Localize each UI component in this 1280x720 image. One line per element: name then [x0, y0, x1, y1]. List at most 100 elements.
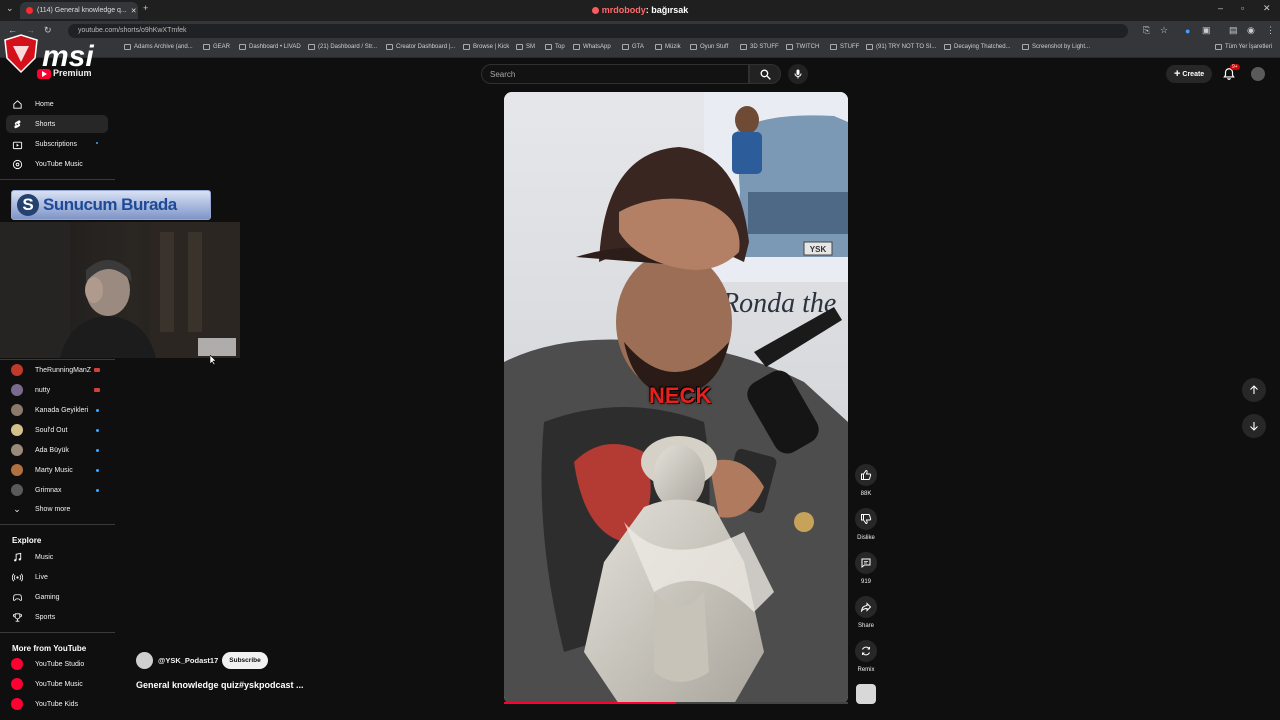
- bookmarks-bar: Adams Archive (and... GEAR Dashboard • LIV…: [0, 41, 1280, 58]
- bookmark-item[interactable]: Top: [545, 44, 565, 50]
- dislike-label: Dislike: [857, 535, 875, 541]
- youtube-logo-icon[interactable]: [37, 69, 51, 79]
- bookmark-item[interactable]: GEAR: [203, 44, 230, 50]
- more-from-youtube-item[interactable]: YouTube Kids: [11, 698, 78, 710]
- bookmark-item[interactable]: TWITCH: [786, 44, 819, 50]
- sidebar-item-label: Music: [35, 553, 54, 561]
- channel-name: Grimnax: [35, 486, 62, 494]
- bookmark-item[interactable]: STUFF: [830, 44, 859, 50]
- channel-avatar: [11, 484, 23, 496]
- video-title[interactable]: General knowledge quiz#yskpodcast ...: [136, 680, 304, 690]
- close-window-icon[interactable]: ✕: [1263, 3, 1271, 14]
- bookmark-item[interactable]: Creator Dashboard |...: [386, 44, 455, 50]
- background-script-text: Ronda the: [721, 288, 836, 319]
- menu-icon[interactable]: ⋮: [1266, 25, 1275, 36]
- sunucum-banner-text: Sunucum Burada: [43, 195, 177, 214]
- previous-short-button[interactable]: [1242, 378, 1266, 402]
- folder-icon: [386, 44, 393, 50]
- voice-search-button[interactable]: [788, 64, 808, 84]
- url-field[interactable]: youtube.com/shorts/o9hKwXTmfek: [68, 24, 1128, 38]
- bookmark-item[interactable]: Screenshot by Light...: [1022, 44, 1090, 50]
- sidebar-item-label: Gaming: [35, 593, 60, 601]
- bookmark-item[interactable]: SM: [516, 44, 535, 50]
- sidebar-item-label: Sports: [35, 613, 56, 621]
- video-caption-text: NECK: [649, 383, 712, 408]
- show-more-label: Show more: [35, 506, 71, 513]
- subscribe-button[interactable]: Subscribe: [222, 652, 268, 669]
- new-content-dot: [96, 429, 99, 432]
- dislike-button[interactable]: [855, 508, 877, 530]
- bookmark-star-icon[interactable]: ☆: [1160, 25, 1168, 36]
- bookmark-label: (91) TRY NOT TO SI...: [876, 44, 937, 50]
- bookmark-item[interactable]: Oyun Stuff: [690, 44, 728, 50]
- side-panel-icon[interactable]: ▤: [1229, 25, 1238, 36]
- share-button[interactable]: [855, 596, 877, 618]
- bookmark-item[interactable]: Müzik: [655, 44, 681, 50]
- account-avatar[interactable]: [1251, 67, 1265, 81]
- youtube-app-icon: [11, 658, 23, 670]
- subscriptions-icon: [12, 141, 23, 149]
- sidebar-item-youtube-music[interactable]: YouTube Music: [6, 155, 108, 173]
- notifications-button[interactable]: 9+: [1222, 64, 1240, 81]
- like-button[interactable]: [855, 464, 877, 486]
- sidebar-channel-item[interactable]: TheRunningManZ: [11, 364, 91, 376]
- bookmark-item[interactable]: Decaying Thatched...: [944, 44, 1011, 50]
- channel-name[interactable]: @YSK_Podast17: [158, 656, 218, 665]
- sidebar-item-subscriptions[interactable]: Subscriptions: [6, 135, 108, 153]
- bookmark-item[interactable]: WhatsApp: [573, 44, 611, 50]
- live-icon: [12, 573, 23, 581]
- show-more-button[interactable]: ⌄ Show more: [11, 504, 70, 515]
- next-short-button[interactable]: [1242, 414, 1266, 438]
- folder-icon: [786, 44, 793, 50]
- chevron-down-icon: ⌄: [13, 504, 21, 514]
- sidebar-item-home[interactable]: Home: [6, 95, 108, 113]
- bookmark-item[interactable]: Tüm Yer İşaretleri: [1215, 44, 1272, 50]
- bookmark-item[interactable]: 3D STUFF: [740, 44, 779, 50]
- sidebar-channel-item[interactable]: Grimnax: [11, 484, 61, 496]
- search-input[interactable]: Search: [481, 64, 749, 84]
- plus-icon: +: [1174, 68, 1181, 80]
- more-from-youtube-item[interactable]: YouTube Music: [11, 678, 83, 690]
- sound-avatar[interactable]: [856, 684, 876, 704]
- sidebar-channel-item[interactable]: Kanada Geyikleri: [11, 404, 88, 416]
- sidebar-item-label: YouTube Music: [35, 160, 83, 168]
- bookmark-item[interactable]: GTA: [622, 44, 644, 50]
- folder-icon: [545, 44, 552, 50]
- sidebar-channel-item[interactable]: nutty: [11, 384, 50, 396]
- notifications-badge: 9+: [1230, 64, 1240, 70]
- search-button[interactable]: [749, 64, 781, 84]
- install-icon[interactable]: ⎘: [1143, 25, 1150, 36]
- bookmark-label: 3D STUFF: [750, 44, 779, 50]
- music-disc-icon: [12, 159, 23, 169]
- share-label: Share: [857, 623, 874, 629]
- shorts-video-player[interactable]: YSK Ronda the NECK: [504, 92, 848, 704]
- sidebar-item-music[interactable]: Music: [6, 548, 108, 566]
- sidebar-item-gaming[interactable]: Gaming: [6, 588, 108, 606]
- channel-avatar: [11, 364, 23, 376]
- bookmark-item[interactable]: Dashboard • LIVAD: [239, 44, 301, 50]
- bookmark-label: Müzik: [665, 44, 681, 50]
- sidebar-item-shorts[interactable]: Shorts: [6, 115, 108, 133]
- profile-icon[interactable]: ◉: [1247, 25, 1255, 36]
- minimize-icon[interactable]: –: [1218, 3, 1223, 13]
- sidebar-channel-item[interactable]: Ada Büyük: [11, 444, 69, 456]
- sidebar-item-sports[interactable]: Sports: [6, 608, 108, 626]
- more-from-youtube-item[interactable]: YouTube Studio: [11, 658, 84, 670]
- microphone-icon: [794, 69, 802, 79]
- maximize-icon[interactable]: ▫: [1241, 3, 1244, 13]
- sidebar-channel-item[interactable]: Soul'd Out: [11, 424, 67, 436]
- channel-avatar[interactable]: [136, 652, 153, 669]
- comments-button[interactable]: [855, 552, 877, 574]
- sidebar-divider: [0, 632, 115, 633]
- sidebar-channel-item[interactable]: Marty Music: [11, 464, 73, 476]
- extension-icon[interactable]: ●: [1185, 26, 1190, 36]
- bookmark-label: SM: [526, 44, 535, 50]
- bookmark-item[interactable]: Browse | Kick: [463, 44, 509, 50]
- extensions-puzzle-icon[interactable]: ▣: [1202, 25, 1211, 36]
- bookmark-item[interactable]: (21) Dashboard / Str...: [308, 44, 377, 50]
- url-text: youtube.com/shorts/o9hKwXTmfek: [78, 27, 187, 34]
- create-button[interactable]: + Create: [1166, 65, 1212, 83]
- bookmark-item[interactable]: (91) TRY NOT TO SI...: [866, 44, 936, 50]
- sidebar-item-live[interactable]: Live: [6, 568, 108, 586]
- remix-button[interactable]: [855, 640, 877, 662]
